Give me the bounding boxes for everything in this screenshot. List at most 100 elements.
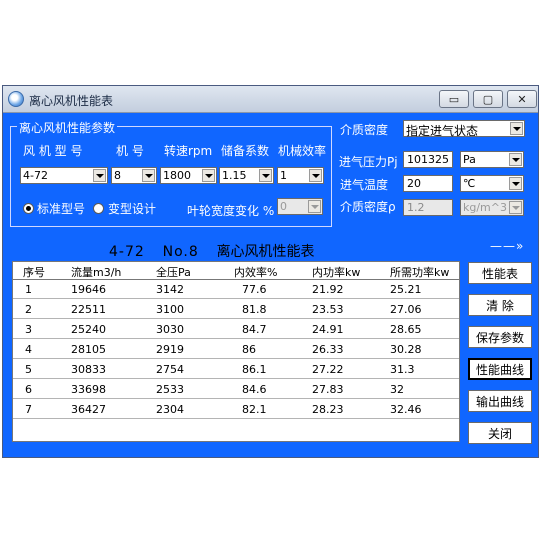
number-select-value: 8 xyxy=(114,169,121,182)
table-heading: 4-72 No.8 离心风机性能表 xyxy=(109,241,315,261)
app-window: 离心风机性能表 ▭ ▢ ✕ 离心风机性能参数 风 机 型 号 机 号 转速rpm… xyxy=(2,85,539,458)
temp-label: 进气温度 xyxy=(340,178,389,192)
radio-variant[interactable] xyxy=(93,203,104,214)
table-cell: 23.53 xyxy=(312,303,344,316)
table-row[interactable]: 7 36427 2304 82.1 28.23 32.46 xyxy=(13,400,459,419)
table-cell: 26.33 xyxy=(312,343,344,356)
fan-params-group-title: 离心风机性能参数 xyxy=(17,119,118,136)
clear-button[interactable]: 清 除 xyxy=(468,294,532,316)
table-cell: 30.28 xyxy=(390,343,422,356)
header-number: 机 号 xyxy=(116,144,144,158)
chevron-down-icon[interactable] xyxy=(509,201,522,214)
impeller-width-value: 0 xyxy=(280,200,287,213)
table-row[interactable]: 6 33698 2533 84.6 27.83 32 xyxy=(13,380,459,399)
density-label: 介质密度ρ xyxy=(340,200,396,214)
maximize-button[interactable]: ▢ xyxy=(473,90,503,108)
table-cell: 32 xyxy=(390,383,404,396)
col-flow: 流量m3/h xyxy=(71,266,122,279)
table-cell: 19646 xyxy=(71,283,106,296)
table-heading-name: 离心风机性能表 xyxy=(216,244,315,260)
chevron-down-icon[interactable] xyxy=(309,169,322,182)
title-bar[interactable]: 离心风机性能表 ▭ ▢ ✕ xyxy=(3,86,538,113)
chevron-down-icon[interactable] xyxy=(202,169,215,182)
table-cell: 25.21 xyxy=(390,283,422,296)
table-row[interactable]: 2 22511 3100 81.8 23.53 27.06 xyxy=(13,300,459,319)
table-cell: 84.6 xyxy=(242,383,267,396)
table-cell: 86.1 xyxy=(242,363,267,376)
speed-select[interactable]: 1800 xyxy=(160,167,217,184)
chevron-down-icon[interactable] xyxy=(308,200,321,213)
chevron-down-icon[interactable] xyxy=(259,169,272,182)
table-cell: 2 xyxy=(25,303,32,316)
close-dialog-button[interactable]: 关闭 xyxy=(468,422,532,444)
export-curve-button[interactable]: 输出曲线 xyxy=(468,390,532,412)
window-title: 离心风机性能表 xyxy=(29,94,114,108)
mech-eff-select[interactable]: 1 xyxy=(277,167,324,184)
table-header: 序号 流量m3/h 全压Pa 内效率% 内功率kw 所需功率kw xyxy=(13,262,459,280)
table-cell: 30833 xyxy=(71,363,106,376)
temp-input[interactable]: 20 xyxy=(403,175,453,192)
reserve-select-value: 1.15 xyxy=(222,169,247,182)
chevron-down-icon[interactable] xyxy=(93,169,106,182)
table-row[interactable]: 1 19646 3142 77.6 21.92 25.21 xyxy=(13,280,459,299)
save-params-button[interactable]: 保存参数 xyxy=(468,326,532,348)
speed-select-value: 1800 xyxy=(163,169,191,182)
col-internal-power: 内功率kw xyxy=(312,266,361,279)
number-select[interactable]: 8 xyxy=(111,167,157,184)
impeller-width-select[interactable]: 0 xyxy=(277,198,323,215)
temp-unit-select[interactable]: ℃ xyxy=(460,175,524,192)
header-reserve: 储备系数 xyxy=(221,144,270,158)
table-cell: 81.8 xyxy=(242,303,267,316)
density-input[interactable]: 1.2 xyxy=(403,199,453,216)
table-cell: 32.46 xyxy=(390,403,422,416)
col-index: 序号 xyxy=(23,266,45,279)
table-cell: 5 xyxy=(25,363,32,376)
chevron-down-icon[interactable] xyxy=(509,177,522,190)
medium-mode-select[interactable]: 指定进气状态 xyxy=(403,120,525,138)
expand-link[interactable]: ——» xyxy=(490,239,524,253)
table-cell: 28.23 xyxy=(312,403,344,416)
chevron-down-icon[interactable] xyxy=(510,122,523,135)
performance-curve-button[interactable]: 性能曲线 xyxy=(468,358,532,380)
table-row[interactable]: 5 30833 2754 86.1 27.22 31.3 xyxy=(13,360,459,379)
table-cell: 21.92 xyxy=(312,283,344,296)
table-cell: 33698 xyxy=(71,383,106,396)
radio-standard[interactable] xyxy=(23,203,34,214)
table-heading-no: No.8 xyxy=(162,244,199,260)
pressure-unit-value: Pa xyxy=(463,153,476,166)
performance-table-button[interactable]: 性能表 xyxy=(468,262,532,284)
pressure-label: 进气压力Pj xyxy=(339,155,398,169)
model-select[interactable]: 4-72 xyxy=(20,167,108,184)
maximize-icon: ▢ xyxy=(482,92,494,106)
chevron-down-icon[interactable] xyxy=(142,169,155,182)
close-icon: ✕ xyxy=(517,92,527,106)
pressure-input[interactable]: 101325 xyxy=(403,151,453,168)
close-button[interactable]: ✕ xyxy=(507,90,537,108)
col-pressure: 全压Pa xyxy=(156,266,191,279)
table-cell: 3100 xyxy=(156,303,184,316)
table-cell: 27.22 xyxy=(312,363,344,376)
minimize-button[interactable]: ▭ xyxy=(439,90,469,108)
radio-variant-label[interactable]: 变型设计 xyxy=(108,200,156,217)
performance-table: 序号 流量m3/h 全压Pa 内效率% 内功率kw 所需功率kw 1 19646 3… xyxy=(12,261,460,442)
minimize-icon: ▭ xyxy=(448,92,460,106)
table-cell: 3 xyxy=(25,323,32,336)
table-cell: 4 xyxy=(25,343,32,356)
table-cell: 2533 xyxy=(156,383,184,396)
table-cell: 25240 xyxy=(71,323,106,336)
density-unit-select[interactable]: kg/m^3 xyxy=(460,199,524,216)
table-cell: 28105 xyxy=(71,343,106,356)
table-cell: 3142 xyxy=(156,283,184,296)
table-cell: 2304 xyxy=(156,403,184,416)
radio-standard-label[interactable]: 标准型号 xyxy=(37,200,85,217)
header-mech-eff: 机械效率 xyxy=(278,144,327,158)
pressure-unit-select[interactable]: Pa xyxy=(460,151,524,168)
table-cell: 27.06 xyxy=(390,303,422,316)
table-cell: 24.91 xyxy=(312,323,344,336)
reserve-select[interactable]: 1.15 xyxy=(219,167,274,184)
table-cell: 6 xyxy=(25,383,32,396)
header-speed: 转速rpm xyxy=(164,144,213,158)
table-row[interactable]: 3 25240 3030 84.7 24.91 28.65 xyxy=(13,320,459,339)
chevron-down-icon[interactable] xyxy=(509,153,522,166)
table-row[interactable]: 4 28105 2919 86 26.33 30.28 xyxy=(13,340,459,359)
